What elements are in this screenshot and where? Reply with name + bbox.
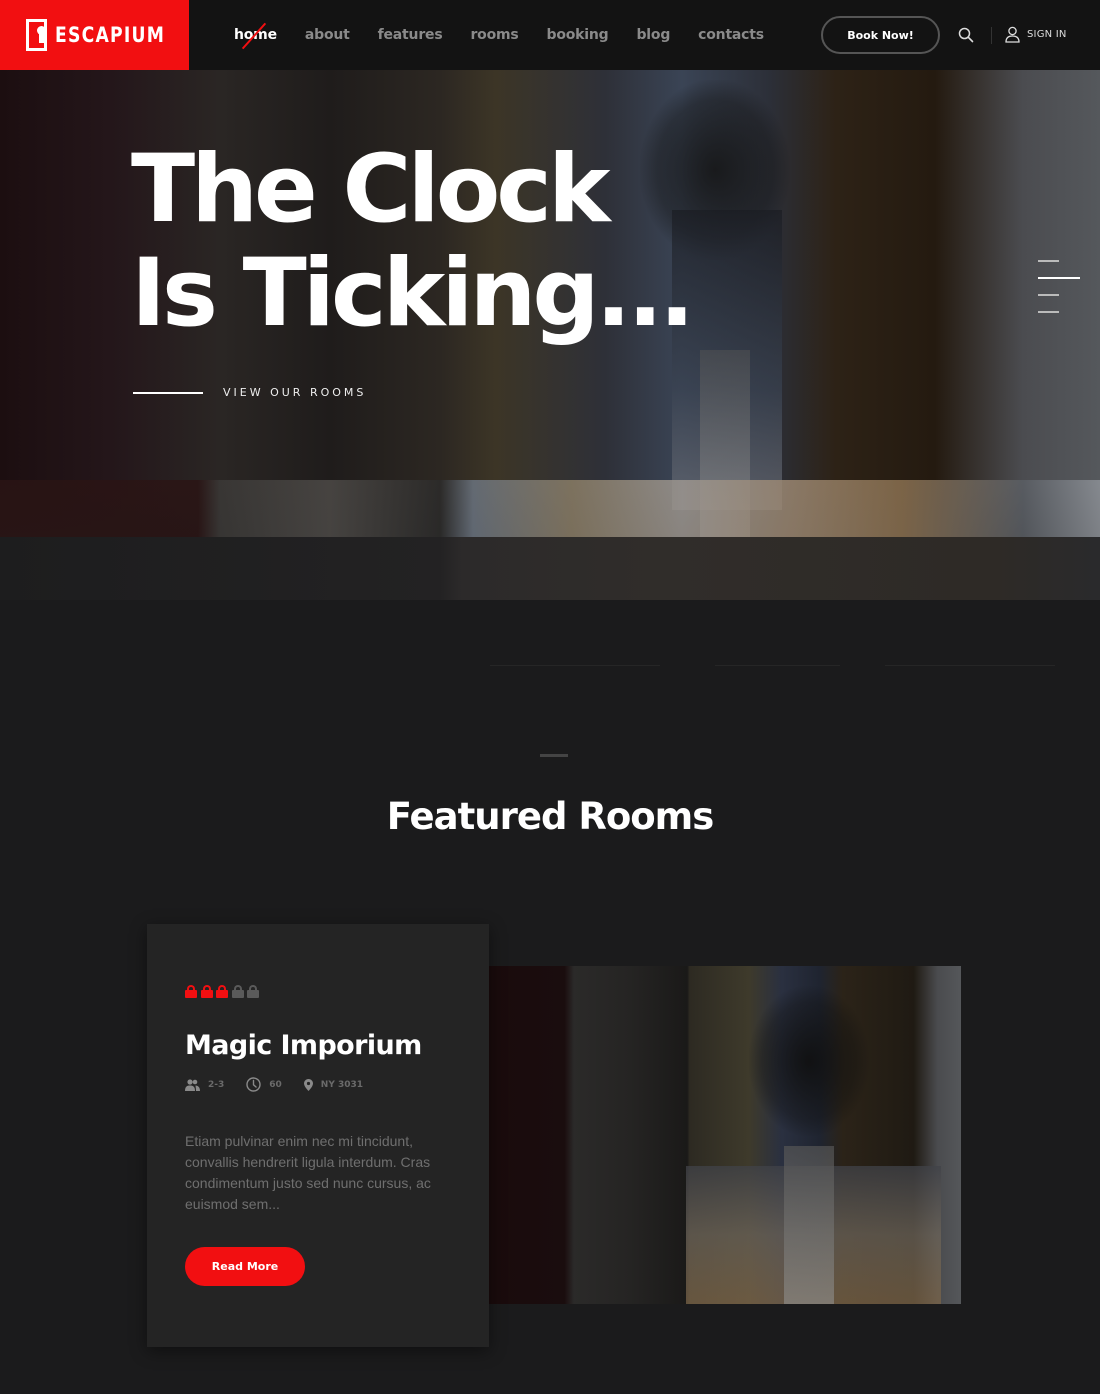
players-meta: 2-3 (185, 1078, 225, 1091)
section-title: Featured Rooms (386, 795, 714, 838)
section-divider (540, 754, 568, 757)
nav-item-booking[interactable]: booking (547, 27, 609, 43)
slide-dot-3[interactable] (1038, 294, 1059, 296)
lock-icon-filled (200, 985, 213, 998)
players-icon (185, 1078, 200, 1091)
nav-item-blog[interactable]: blog (636, 27, 670, 43)
cta-line (133, 391, 203, 394)
nav-item-contacts[interactable]: contacts (698, 27, 764, 43)
room-image-runner (784, 1146, 834, 1304)
hero-background-floor (0, 480, 1100, 537)
clock-icon (246, 1077, 261, 1092)
decorative-line (885, 665, 1055, 666)
book-now-button[interactable]: Book Now! (821, 16, 940, 54)
duration-meta: 60 (246, 1077, 282, 1092)
sign-in-link[interactable]: SIGN IN (1004, 26, 1067, 43)
user-icon (1005, 26, 1020, 43)
slide-dot-4[interactable] (1038, 311, 1059, 313)
read-more-button[interactable]: Read More (185, 1247, 305, 1286)
nav-item-rooms[interactable]: rooms (470, 27, 518, 43)
search-icon[interactable] (958, 27, 974, 43)
lock-icon-filled (185, 985, 197, 998)
lock-icon-filled (216, 985, 228, 998)
room-card: Magic Imporium 2-3 60 NY 3031 Etiam pulv… (147, 924, 489, 1347)
keyhole-icon (26, 19, 47, 51)
hero-background-fade (0, 537, 1100, 600)
view-rooms-link[interactable]: VIEW OUR ROOMS (133, 386, 366, 399)
room-image-chandelier (749, 986, 869, 1136)
duration-value: 60 (269, 1079, 282, 1090)
hero-title-line-1: The Clock (131, 135, 611, 244)
slider-pagination (1038, 260, 1080, 328)
room-description: Etiam pulvinar enim nec mi tincidunt, co… (185, 1133, 431, 1212)
difficulty-rating (185, 985, 263, 998)
nav-item-home[interactable]: home (234, 27, 277, 43)
nav-item-features[interactable]: features (378, 27, 443, 43)
lock-icon-empty (231, 985, 244, 998)
header-divider (991, 27, 992, 44)
location-meta: NY 3031 (303, 1078, 364, 1091)
players-value: 2-3 (208, 1079, 225, 1090)
room-image[interactable] (489, 966, 961, 1304)
hero-title: The Clock Is Ticking... (131, 135, 695, 348)
location-pin-icon (303, 1078, 313, 1091)
site-header: ESCAPIUM home about features rooms booki… (0, 0, 1100, 70)
logo-text: ESCAPIUM (54, 23, 165, 47)
decorative-line (490, 665, 660, 666)
nav-item-about[interactable]: about (305, 27, 350, 43)
location-value: NY 3031 (320, 1079, 364, 1090)
hero-title-line-2: Is Ticking... (131, 239, 695, 348)
room-name[interactable]: Magic Imporium (185, 1030, 422, 1061)
main-nav: home about features rooms booking blog c… (234, 0, 792, 70)
logo[interactable]: ESCAPIUM (0, 0, 189, 70)
view-rooms-label: VIEW OUR ROOMS (223, 386, 367, 399)
lock-icon-empty (247, 985, 259, 998)
sign-in-label: SIGN IN (1027, 29, 1067, 40)
hero-slider: The Clock Is Ticking... VIEW OUR ROOMS (0, 70, 1100, 600)
slide-dot-1[interactable] (1038, 260, 1059, 262)
decorative-line (715, 665, 840, 666)
room-meta: 2-3 60 NY 3031 (185, 1077, 385, 1092)
slide-dot-2[interactable] (1038, 277, 1080, 279)
